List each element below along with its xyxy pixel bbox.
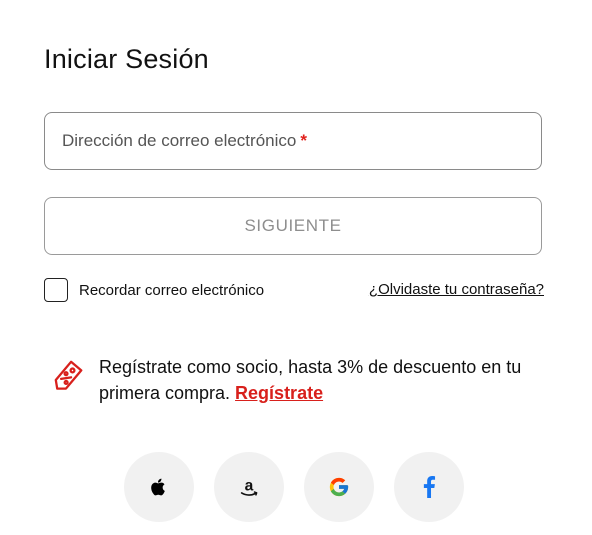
remember-email-option[interactable]: Recordar correo electrónico: [44, 278, 264, 302]
apple-icon: [151, 478, 165, 496]
svg-text:a: a: [245, 478, 254, 495]
google-login-button[interactable]: [304, 452, 374, 522]
member-promo: Regístrate como socio, hasta 3% de descu…: [48, 354, 549, 406]
remember-email-label: Recordar correo electrónico: [79, 281, 265, 299]
required-mark: *: [300, 131, 307, 150]
amazon-icon: a: [240, 478, 258, 496]
social-login-row: a: [124, 452, 464, 522]
email-field[interactable]: Dirección de correo electrónico *: [44, 112, 542, 170]
discount-tag-icon: [54, 360, 83, 390]
apple-login-button[interactable]: [124, 452, 194, 522]
email-placeholder: Dirección de correo electrónico: [62, 131, 297, 150]
facebook-login-button[interactable]: [394, 452, 464, 522]
promo-message: Regístrate como socio, hasta 3% de descu…: [99, 354, 549, 406]
next-button[interactable]: SIGUIENTE: [44, 197, 542, 255]
amazon-login-button[interactable]: a: [214, 452, 284, 522]
page-title: Iniciar Sesión: [44, 44, 209, 74]
facebook-icon: [423, 476, 436, 498]
google-icon: [329, 477, 349, 497]
register-link[interactable]: Regístrate: [235, 383, 323, 403]
forgot-password-link[interactable]: ¿Olvidaste tu contraseña?: [369, 281, 544, 298]
remember-email-checkbox[interactable]: [44, 278, 68, 302]
